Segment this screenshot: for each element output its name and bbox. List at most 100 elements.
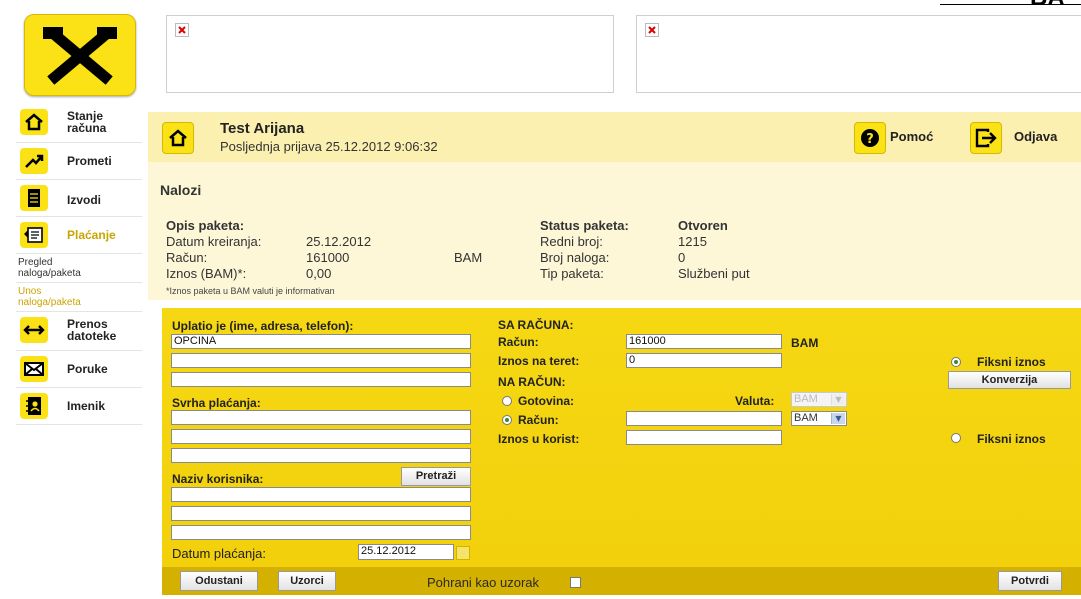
account-currency: BAM <box>454 250 483 265</box>
package-description-title: Opis paketa: <box>166 218 245 233</box>
from-account-title: SA RAČUNA: <box>498 318 574 332</box>
currency-label: Valuta: <box>735 394 775 408</box>
help-label[interactable]: Pomoć <box>890 129 933 144</box>
sidebar-item-label: Izvodi <box>67 193 102 207</box>
payment-date-input[interactable]: 25.12.2012 <box>358 544 454 560</box>
debit-amount-input[interactable]: 0 <box>626 353 782 368</box>
sidebar-subitem-label: naloga/paketa <box>18 268 81 279</box>
beneficiary-line-1-input[interactable] <box>171 487 471 502</box>
confirm-button[interactable]: Potvrdi <box>998 571 1062 591</box>
banner-placeholder-right <box>636 15 1081 93</box>
sidebar-item-prenos-datoteke[interactable]: Prenos datoteke <box>16 312 142 351</box>
page-title: Nalozi <box>160 182 202 198</box>
sidebar-subitem-unos[interactable]: Unos naloga/paketa <box>16 283 142 312</box>
package-info: Nalozi Opis paketa: Datum kreiranja: 25.… <box>148 162 1081 300</box>
order-number-label: Redni broj: <box>540 234 603 249</box>
cash-radio[interactable] <box>502 396 512 406</box>
account-radio[interactable] <box>502 415 512 425</box>
cash-currency-value: BAM <box>794 393 818 405</box>
sidebar-item-label: Prometi <box>67 154 112 168</box>
broken-image-icon <box>175 23 189 37</box>
save-as-template-checkbox[interactable] <box>570 577 581 588</box>
fixed-amount-credit-radio[interactable] <box>951 433 961 443</box>
payer-label: Uplatio je (ime, adresa, telefon): <box>172 319 354 333</box>
package-status-value: Otvoren <box>678 218 728 233</box>
debit-amount-label: Iznos na teret: <box>498 354 580 368</box>
search-beneficiary-button[interactable]: Pretraži <box>401 467 471 486</box>
from-account-currency: BAM <box>791 336 819 350</box>
help-button[interactable]: ? <box>854 122 886 154</box>
templates-button[interactable]: Uzorci <box>278 571 336 591</box>
sidebar-item-izvodi[interactable]: Izvodi <box>16 180 142 217</box>
sidebar-item-prometi[interactable]: Prometi <box>16 143 142 180</box>
from-account-label: Račun: <box>498 335 539 349</box>
purpose-line-1-input[interactable] <box>171 410 471 425</box>
payment-order-form: Uplatio je (ime, adresa, telefon): OPCIN… <box>162 308 1081 567</box>
purpose-line-3-input[interactable] <box>171 448 471 463</box>
beneficiary-line-2-input[interactable] <box>171 506 471 521</box>
banner-placeholder-left <box>166 15 614 93</box>
purpose-label: Svrha plaćanja: <box>172 396 261 410</box>
from-account-input[interactable]: 161000 <box>626 334 782 349</box>
document-icon <box>20 185 48 211</box>
to-account-input[interactable] <box>626 411 782 426</box>
last-login-text: Posljednja prijava 25.12.2012 9:06:32 <box>220 139 438 154</box>
amount-note: *Iznos paketa u BAM valuti je informativ… <box>166 286 335 296</box>
form-footer: Odustani Uzorci Pohrani kao uzorak Potvr… <box>162 567 1081 595</box>
beneficiary-label: Naziv korisnika: <box>172 472 264 486</box>
fixed-amount-debit-radio[interactable] <box>951 357 961 367</box>
account-value: 161000 <box>306 250 350 265</box>
fixed-amount-debit-label: Fiksni iznos <box>977 355 1046 369</box>
save-as-template-label: Pohrani kao uzorak <box>427 575 540 590</box>
sidebar-subitem-label: naloga/paketa <box>18 297 81 308</box>
order-count-label: Broj naloga: <box>540 250 610 265</box>
logout-label[interactable]: Odjava <box>1014 129 1057 144</box>
to-account-label: Račun: <box>518 413 559 427</box>
to-account-title: NA RAČUN: <box>498 375 566 389</box>
transfer-icon <box>20 317 48 343</box>
beneficiary-line-3-input[interactable] <box>171 525 471 540</box>
purpose-line-2-input[interactable] <box>171 429 471 444</box>
cancel-button[interactable]: Odustani <box>180 571 258 591</box>
amount-label: Iznos (BAM)*: <box>166 266 247 281</box>
order-count-value: 0 <box>678 250 686 265</box>
credit-amount-label: Iznos u korist: <box>498 432 580 446</box>
to-currency-value: BAM <box>794 412 818 424</box>
credit-amount-input[interactable] <box>626 430 782 445</box>
payer-line-2-input[interactable] <box>171 353 471 368</box>
sidebar-item-stanje-racuna[interactable]: Stanje računa <box>16 104 142 143</box>
to-currency-select[interactable]: BAM ▼ <box>791 411 847 426</box>
payer-line-3-input[interactable] <box>171 372 471 387</box>
user-header: Test Arijana Posljednja prijava 25.12.20… <box>148 112 1081 162</box>
sidebar-nav: Stanje računa Prometi Izvodi Plaćanje Pr… <box>16 104 142 425</box>
sidebar-item-label: Poruke <box>67 362 108 376</box>
user-name: Test Arijana <box>220 120 305 137</box>
brand-text-fragment: BA <box>1030 0 1065 12</box>
logout-icon <box>975 128 997 148</box>
envelope-icon <box>20 356 48 382</box>
package-type-label: Tip paketa: <box>540 266 604 281</box>
sidebar-item-label: Imenik <box>67 399 106 413</box>
created-date-value: 25.12.2012 <box>306 234 372 249</box>
bank-logo[interactable] <box>24 14 136 96</box>
broken-image-icon <box>645 23 659 37</box>
payer-line-1-input[interactable]: OPCINA <box>171 334 471 349</box>
address-book-icon <box>20 393 48 419</box>
sidebar-subitem-pregled[interactable]: Pregled naloga/paketa <box>16 254 142 283</box>
home-button[interactable] <box>162 122 194 154</box>
calendar-icon[interactable] <box>456 546 470 560</box>
logout-button[interactable] <box>970 122 1002 154</box>
conversion-button[interactable]: Konverzija <box>948 371 1071 389</box>
svg-text:?: ? <box>866 132 874 147</box>
package-type-value: Službeni put <box>678 266 750 281</box>
sidebar-item-poruke[interactable]: Poruke <box>16 351 142 388</box>
sidebar-item-imenik[interactable]: Imenik <box>16 388 142 425</box>
sidebar-item-label: računa <box>67 121 107 135</box>
crossed-tools-logo-icon <box>43 27 117 85</box>
cash-label: Gotovina: <box>518 394 574 408</box>
home-icon <box>169 129 187 147</box>
sidebar-item-placanje[interactable]: Plaćanje <box>16 217 142 254</box>
payment-date-label: Datum plaćanja: <box>172 546 266 561</box>
amount-value: 0,00 <box>306 266 332 281</box>
trend-arrow-icon <box>20 148 48 174</box>
